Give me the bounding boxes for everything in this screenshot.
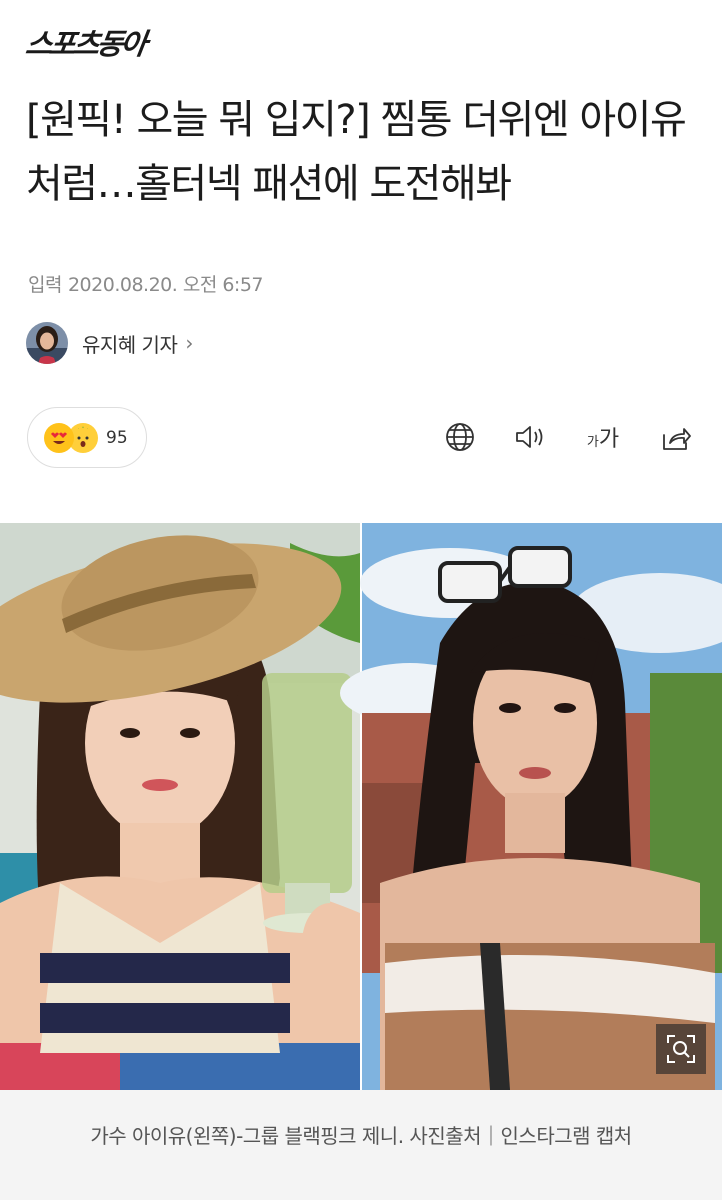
input-label: 입력 xyxy=(28,274,62,296)
font-size-button[interactable]: 가가 xyxy=(578,415,628,459)
article-title: [원픽! 오늘 뭐 입지?] 찜통 더위엔 아이유처럼…홀터넥 패션에 도전해봐 xyxy=(26,97,687,207)
author-avatar xyxy=(26,322,68,364)
magnifier-zoom-icon xyxy=(667,1035,695,1063)
speaker-icon xyxy=(516,426,543,448)
share-icon xyxy=(663,428,691,450)
author-name: 유지혜 기자 xyxy=(82,332,178,357)
reaction-button[interactable]: 95 xyxy=(27,407,147,468)
logo-text: 스포츠동아 xyxy=(23,27,147,61)
heart-eyes-emoji-icon xyxy=(44,422,74,453)
share-button[interactable] xyxy=(656,415,696,459)
text-to-speech-button[interactable] xyxy=(510,415,550,459)
globe-icon xyxy=(446,423,474,451)
article-meta: 입력 2020.08.20. 오전 6:57 xyxy=(28,270,264,297)
translate-button[interactable] xyxy=(440,415,480,459)
site-logo[interactable]: 스포츠동아 xyxy=(23,22,147,62)
font-size-icon: 가가 xyxy=(586,427,620,452)
reaction-count: 95 xyxy=(106,427,128,448)
photo-image xyxy=(0,523,722,1090)
author-link[interactable]: 유지혜 기자 › xyxy=(26,320,193,366)
input-datetime: 2020.08.20. 오전 6:57 xyxy=(67,274,264,296)
article-photo[interactable] xyxy=(0,523,722,1090)
photo-caption: 가수 아이유(왼쪽)-그룹 블랙핑크 제니. 사진출처｜인스타그램 캡처 xyxy=(0,1090,722,1200)
zoom-button[interactable] xyxy=(656,1024,706,1074)
chevron-right-icon: › xyxy=(185,331,194,355)
